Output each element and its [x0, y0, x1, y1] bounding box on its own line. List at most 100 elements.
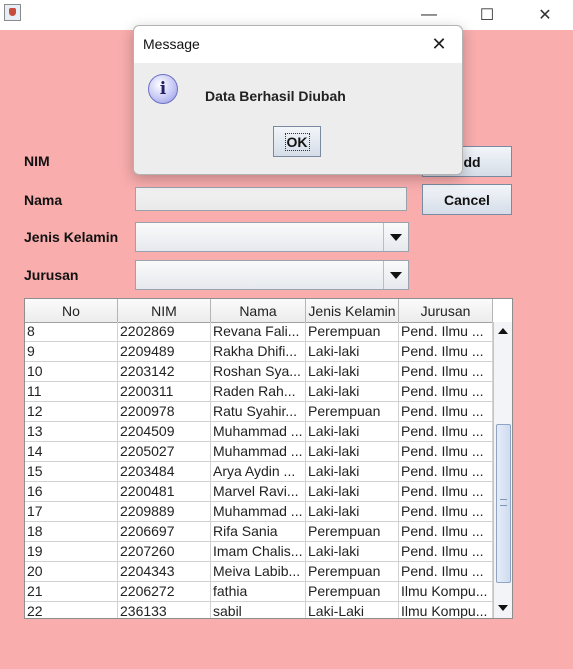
cell-no[interactable]: 18: [25, 522, 118, 541]
close-window-button[interactable]: ✕: [522, 0, 568, 30]
chevron-down-icon[interactable]: [383, 261, 408, 289]
cell-no[interactable]: 19: [25, 542, 118, 561]
table-row[interactable]: 21 2206272 fathia Perempuan Ilmu Kompu...: [25, 582, 493, 602]
student-table[interactable]: No NIM Nama Jenis Kelamin Jurusan 8 22028…: [24, 298, 513, 619]
table-vertical-scrollbar[interactable]: [493, 322, 512, 618]
jenis-kelamin-select[interactable]: [135, 222, 409, 252]
column-header-jenis-kelamin[interactable]: Jenis Kelamin: [306, 299, 399, 322]
cell-nama[interactable]: Muhammad ...: [211, 502, 306, 521]
cell-no[interactable]: 8: [25, 322, 118, 341]
cell-jurusan[interactable]: Ilmu Kompu...: [399, 582, 493, 601]
table-row[interactable]: 11 2200311 Raden Rah... Laki-laki Pend. Ilmu…: [25, 382, 493, 402]
table-row[interactable]: 19 2207260 Imam Chalis... Laki-laki Pend. Il…: [25, 542, 493, 562]
cell-jurusan[interactable]: Pend. Ilmu ...: [399, 342, 493, 361]
cell-jenis-kelamin[interactable]: Laki-laki: [306, 482, 399, 501]
cell-nim[interactable]: 2200978: [118, 402, 211, 421]
cell-nim[interactable]: 2204509: [118, 422, 211, 441]
maximize-button[interactable]: ☐: [464, 0, 510, 30]
cell-jurusan[interactable]: Pend. Ilmu ...: [399, 382, 493, 401]
cell-jurusan[interactable]: Ilmu Kompu...: [399, 602, 493, 618]
cell-nim[interactable]: 2205027: [118, 442, 211, 461]
cell-no[interactable]: 15: [25, 462, 118, 481]
cell-nim[interactable]: 2204343: [118, 562, 211, 581]
table-row[interactable]: 22 236133 sabil Laki-Laki Ilmu Kompu...: [25, 602, 493, 618]
cell-nim[interactable]: 2200481: [118, 482, 211, 501]
table-row[interactable]: 17 2209889 Muhammad ... Laki-laki Pend. Ilmu…: [25, 502, 493, 522]
scroll-up-icon[interactable]: [494, 322, 512, 340]
cell-jenis-kelamin[interactable]: Laki-Laki: [306, 602, 399, 618]
column-header-nim[interactable]: NIM: [118, 299, 211, 322]
nama-field[interactable]: [135, 187, 407, 211]
cell-no[interactable]: 13: [25, 422, 118, 441]
table-row[interactable]: 8 2202869 Revana Fali... Perempuan Pend. Ilm…: [25, 322, 493, 342]
cell-nama[interactable]: Meiva Labib...: [211, 562, 306, 581]
cell-no[interactable]: 20: [25, 562, 118, 581]
cell-nama[interactable]: Rakha Dhifi...: [211, 342, 306, 361]
cell-no[interactable]: 14: [25, 442, 118, 461]
cell-no[interactable]: 9: [25, 342, 118, 361]
table-row[interactable]: 13 2204509 Muhammad ... Laki-laki Pend. Ilmu…: [25, 422, 493, 442]
cell-jenis-kelamin[interactable]: Laki-laki: [306, 362, 399, 381]
table-row[interactable]: 18 2206697 Rifa Sania Perempuan Pend. Ilmu .…: [25, 522, 493, 542]
cell-nama[interactable]: Roshan Sya...: [211, 362, 306, 381]
cell-no[interactable]: 22: [25, 602, 118, 618]
cell-jurusan[interactable]: Pend. Ilmu ...: [399, 482, 493, 501]
cell-nim[interactable]: 2206697: [118, 522, 211, 541]
cell-nim[interactable]: 2207260: [118, 542, 211, 561]
cell-no[interactable]: 17: [25, 502, 118, 521]
column-header-no[interactable]: No: [25, 299, 118, 322]
column-header-jurusan[interactable]: Jurusan: [399, 299, 493, 322]
cancel-button[interactable]: Cancel: [422, 184, 512, 215]
table-row[interactable]: 20 2204343 Meiva Labib... Perempuan Pend. Il…: [25, 562, 493, 582]
cell-jurusan[interactable]: Pend. Ilmu ...: [399, 462, 493, 481]
cell-jurusan[interactable]: Pend. Ilmu ...: [399, 562, 493, 581]
cell-jenis-kelamin[interactable]: Laki-laki: [306, 382, 399, 401]
cell-jurusan[interactable]: Pend. Ilmu ...: [399, 502, 493, 521]
cell-nim[interactable]: 2203142: [118, 362, 211, 381]
cell-nama[interactable]: Muhammad ...: [211, 422, 306, 441]
cell-jenis-kelamin[interactable]: Perempuan: [306, 582, 399, 601]
cell-jenis-kelamin[interactable]: Laki-laki: [306, 462, 399, 481]
scroll-down-icon[interactable]: [494, 599, 512, 617]
cell-nim[interactable]: 2206272: [118, 582, 211, 601]
cell-nim[interactable]: 236133: [118, 602, 211, 618]
cell-no[interactable]: 21: [25, 582, 118, 601]
cell-no[interactable]: 16: [25, 482, 118, 501]
cell-nim[interactable]: 2209889: [118, 502, 211, 521]
cell-nama[interactable]: Revana Fali...: [211, 322, 306, 341]
cell-jurusan[interactable]: Pend. Ilmu ...: [399, 402, 493, 421]
cell-nama[interactable]: Muhammad ...: [211, 442, 306, 461]
cell-jenis-kelamin[interactable]: Laki-laki: [306, 422, 399, 441]
cell-nama[interactable]: Raden Rah...: [211, 382, 306, 401]
cell-jenis-kelamin[interactable]: Laki-laki: [306, 342, 399, 361]
cell-nim[interactable]: 2209489: [118, 342, 211, 361]
cell-nim[interactable]: 2200311: [118, 382, 211, 401]
cell-jurusan[interactable]: Pend. Ilmu ...: [399, 362, 493, 381]
table-row[interactable]: 16 2200481 Marvel Ravi... Laki-laki Pend. Il…: [25, 482, 493, 502]
dialog-close-button[interactable]: ✕: [426, 32, 452, 56]
cell-jurusan[interactable]: Pend. Ilmu ...: [399, 442, 493, 461]
cell-jenis-kelamin[interactable]: Laki-laki: [306, 502, 399, 521]
cell-nama[interactable]: Imam Chalis...: [211, 542, 306, 561]
table-row[interactable]: 14 2205027 Muhammad ... Laki-laki Pend. Ilmu…: [25, 442, 493, 462]
cell-jurusan[interactable]: Pend. Ilmu ...: [399, 422, 493, 441]
cell-jurusan[interactable]: Pend. Ilmu ...: [399, 322, 493, 341]
cell-jenis-kelamin[interactable]: Perempuan: [306, 562, 399, 581]
chevron-down-icon[interactable]: [383, 223, 408, 251]
table-row[interactable]: 15 2203484 Arya Aydin ... Laki-laki Pend. Il…: [25, 462, 493, 482]
cell-jenis-kelamin[interactable]: Perempuan: [306, 402, 399, 421]
cell-jurusan[interactable]: Pend. Ilmu ...: [399, 542, 493, 561]
scrollbar-thumb[interactable]: [496, 424, 511, 583]
cell-nama[interactable]: sabil: [211, 602, 306, 618]
cell-nama[interactable]: Arya Aydin ...: [211, 462, 306, 481]
cell-no[interactable]: 12: [25, 402, 118, 421]
cell-nama[interactable]: fathia: [211, 582, 306, 601]
cell-jenis-kelamin[interactable]: Laki-laki: [306, 442, 399, 461]
table-row[interactable]: 12 2200978 Ratu Syahir... Perempuan Pend. Il…: [25, 402, 493, 422]
cell-no[interactable]: 11: [25, 382, 118, 401]
cell-jenis-kelamin[interactable]: Perempuan: [306, 522, 399, 541]
cell-nama[interactable]: Rifa Sania: [211, 522, 306, 541]
cell-jurusan[interactable]: Pend. Ilmu ...: [399, 522, 493, 541]
cell-nim[interactable]: 2202869: [118, 322, 211, 341]
table-row[interactable]: 10 2203142 Roshan Sya... Laki-laki Pend. Ilm…: [25, 362, 493, 382]
